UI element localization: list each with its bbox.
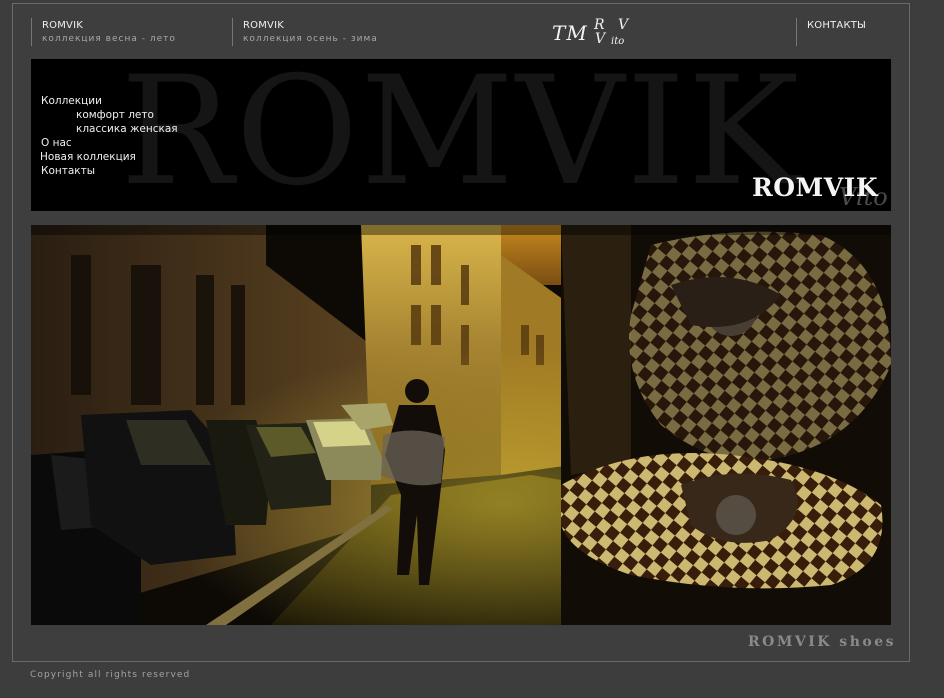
menu-item-comfort-summer[interactable]: комфорт лето bbox=[41, 108, 178, 122]
main-menu: Коллекции комфорт лето классика женская … bbox=[40, 94, 178, 178]
menu-item-new-collection[interactable]: Новая коллекция bbox=[40, 150, 178, 164]
topnav-spring-summer-subtitle: коллекция весна - лето bbox=[42, 34, 176, 44]
menu-item-collections[interactable]: Коллекции bbox=[41, 94, 178, 108]
brand-logo[interactable]: TM R V V ito bbox=[548, 16, 638, 52]
topnav-spring-summer[interactable]: ROMVIK коллекция весна - лето bbox=[31, 18, 176, 46]
header-banner: ROMVIK Коллекции комфорт лето классика ж… bbox=[31, 59, 891, 211]
banner-logo: ROMVIK bbox=[752, 173, 879, 202]
topnav-contacts[interactable]: КОНТАКТЫ bbox=[796, 18, 866, 46]
topnav-autumn-winter-title[interactable]: ROMVIK bbox=[243, 20, 378, 31]
topnav-autumn-winter-subtitle: коллекция осень - зима bbox=[243, 34, 378, 44]
menu-item-classic-women[interactable]: классика женская bbox=[41, 122, 178, 136]
footer-brand: ROMVIK shoes bbox=[748, 634, 896, 650]
logo-ito: ito bbox=[611, 36, 625, 47]
logo-tm: TM bbox=[552, 21, 588, 45]
menu-item-about[interactable]: О нас bbox=[41, 136, 178, 150]
topnav-spring-summer-title[interactable]: ROMVIK bbox=[42, 20, 176, 31]
hero-image bbox=[31, 225, 891, 625]
topnav-contacts-link[interactable]: КОНТАКТЫ bbox=[807, 20, 866, 31]
menu-item-contacts[interactable]: Контакты bbox=[41, 164, 178, 178]
logo-v-top: V bbox=[618, 17, 629, 33]
logo-v-bottom: V bbox=[595, 31, 606, 47]
copyright: Copyright all rights reserved bbox=[30, 670, 191, 680]
topnav-autumn-winter[interactable]: ROMVIK коллекция осень - зима bbox=[232, 18, 378, 46]
